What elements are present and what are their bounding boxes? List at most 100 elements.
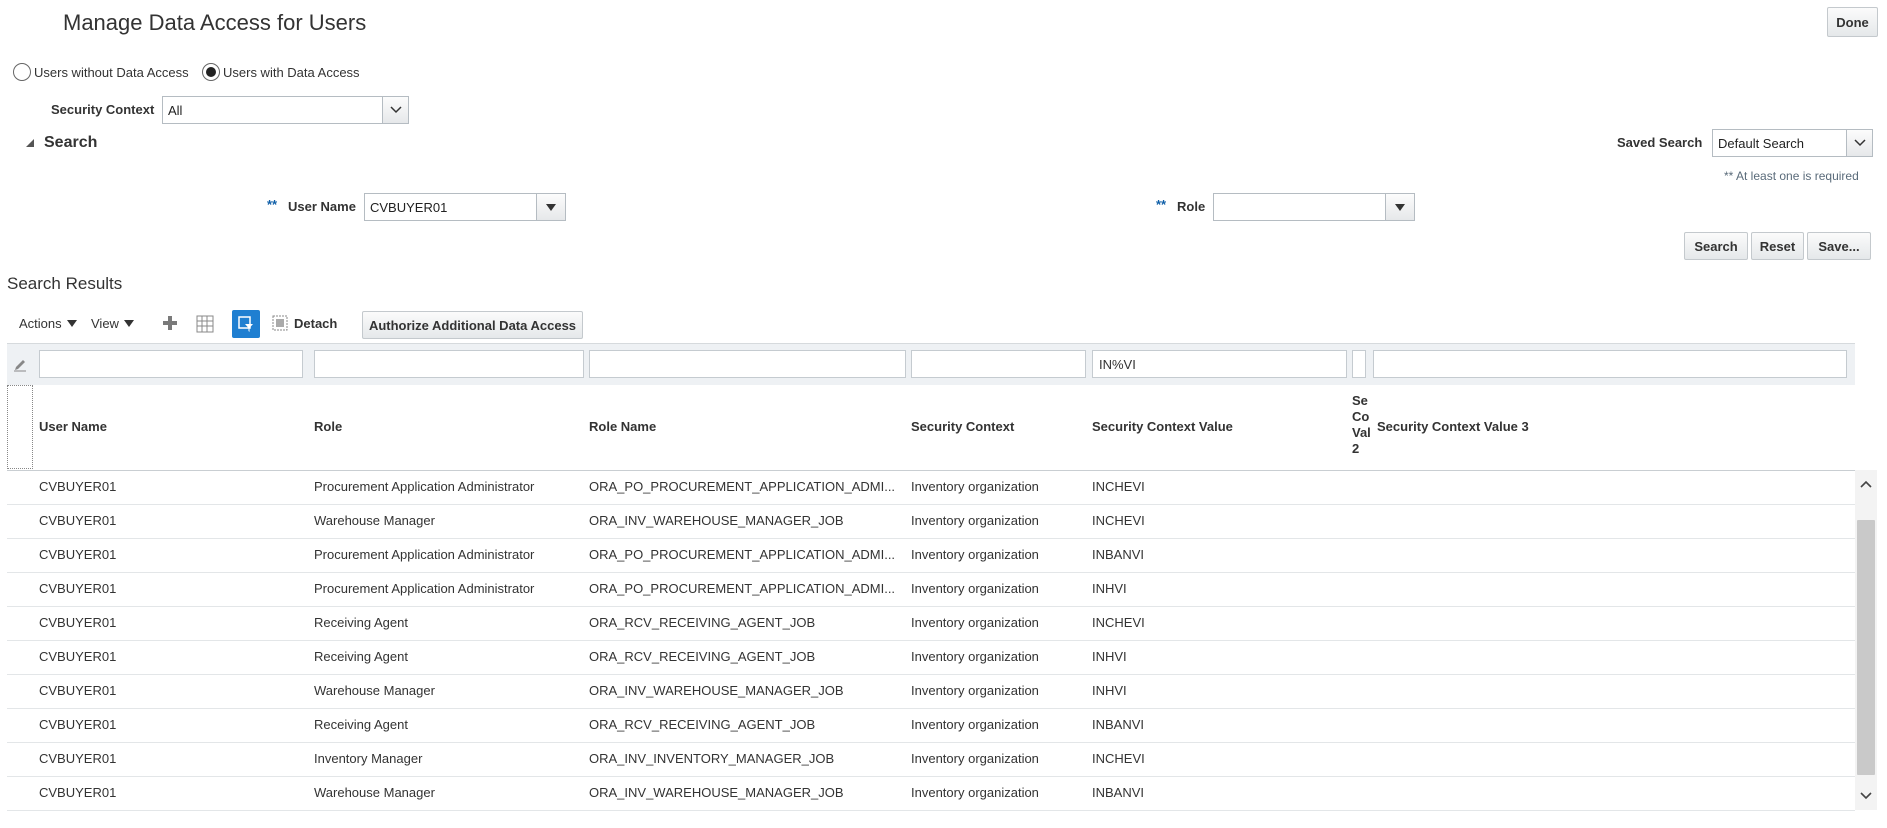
column-header-role-name[interactable]: Role Name — [589, 419, 656, 434]
table-row[interactable]: CVBUYER01 Procurement Application Adminis… — [7, 470, 1855, 505]
table-row[interactable]: CVBUYER01 Warehouse Manager ORA_INV_WAREHO… — [7, 674, 1855, 709]
radio-selected-icon[interactable] — [202, 63, 220, 81]
user-name-input[interactable]: CVBUYER01 — [364, 193, 537, 221]
cell-role-name: ORA_RCV_RECEIVING_AGENT_JOB — [589, 649, 816, 664]
column-header-security-context-value-2[interactable]: Se Co Val 2 — [1352, 393, 1371, 457]
cell-value: INHVI — [1092, 683, 1127, 698]
dropdown-arrow-icon[interactable] — [536, 193, 566, 221]
column-header-user-name[interactable]: User Name — [39, 419, 107, 434]
view-menu-label: View — [91, 316, 119, 331]
chevron-down-icon[interactable] — [382, 96, 409, 124]
saved-search-label: Saved Search — [1617, 135, 1703, 150]
radio-users-without-access[interactable]: Users without Data Access — [13, 63, 189, 81]
page-title: Manage Data Access for Users — [63, 10, 367, 35]
cell-role-name: ORA_INV_WAREHOUSE_MANAGER_JOB — [589, 513, 844, 528]
cell-context: Inventory organization — [911, 785, 1039, 800]
cell-role-name: ORA_INV_WAREHOUSE_MANAGER_JOB — [589, 785, 844, 800]
cell-role: Receiving Agent — [314, 717, 408, 732]
filter-icon[interactable] — [232, 310, 260, 338]
column-header-security-context-value-3[interactable]: Security Context Value 3 — [1377, 419, 1529, 434]
required-note: ** At least one is required — [1724, 169, 1859, 183]
row-header-corner[interactable] — [7, 385, 33, 469]
filter-user-name-input[interactable] — [39, 350, 303, 378]
cell-role-name: ORA_RCV_RECEIVING_AGENT_JOB — [589, 717, 816, 732]
filter-security-context-value-input[interactable]: IN%VI — [1092, 350, 1347, 378]
column-header-role[interactable]: Role — [314, 419, 342, 434]
scroll-down-icon[interactable] — [1855, 785, 1877, 807]
cell-role-name: ORA_RCV_RECEIVING_AGENT_JOB — [589, 615, 816, 630]
cell-role: Inventory Manager — [314, 751, 423, 766]
query-by-example-row: IN%VI — [7, 343, 1855, 386]
actions-menu-label: Actions — [19, 316, 62, 331]
table-row[interactable]: CVBUYER01 Receiving Agent ORA_RCV_RECEIVIN… — [7, 606, 1855, 641]
actions-menu[interactable]: Actions — [19, 316, 77, 331]
reset-button[interactable]: Reset — [1751, 232, 1804, 260]
scroll-up-icon[interactable] — [1855, 473, 1877, 495]
cell-role: Procurement Application Administrator — [314, 581, 535, 596]
view-menu[interactable]: View — [91, 316, 134, 331]
dropdown-arrow-icon[interactable] — [1385, 193, 1415, 221]
cell-user: CVBUYER01 — [39, 547, 117, 562]
table-row[interactable]: CVBUYER01 Warehouse Manager ORA_INV_WAREHO… — [7, 776, 1855, 811]
cell-value: INCHEVI — [1092, 479, 1145, 494]
cell-user: CVBUYER01 — [39, 615, 117, 630]
search-results-title: Search Results — [7, 274, 123, 293]
filter-security-context-input[interactable] — [911, 350, 1086, 378]
radio-without-label: Users without Data Access — [34, 64, 189, 80]
cell-value: INCHEVI — [1092, 513, 1145, 528]
column-header-line: Co — [1352, 409, 1370, 424]
scrollbar-thumb[interactable] — [1857, 520, 1875, 775]
cell-value: INCHEVI — [1092, 615, 1145, 630]
table-row[interactable]: CVBUYER01 Procurement Application Adminis… — [7, 572, 1855, 607]
saved-search-select[interactable]: Default Search — [1712, 129, 1847, 157]
column-header-line: Val — [1352, 425, 1371, 440]
radio-unselected-icon[interactable] — [13, 63, 31, 81]
filter-role-input[interactable] — [314, 350, 584, 378]
cell-role-name: ORA_PO_PROCUREMENT_APPLICATION_ADMI... — [589, 479, 896, 494]
security-context-label: Security Context — [51, 102, 155, 117]
cell-role-name: ORA_INV_WAREHOUSE_MANAGER_JOB — [589, 683, 844, 698]
cell-role: Procurement Application Administrator — [314, 479, 535, 494]
column-header-security-context[interactable]: Security Context — [911, 419, 1014, 434]
table-row[interactable]: CVBUYER01 Warehouse Manager ORA_INV_WAREHO… — [7, 504, 1855, 539]
cell-context: Inventory organization — [911, 513, 1039, 528]
vertical-scrollbar[interactable] — [1855, 470, 1877, 810]
save-button[interactable]: Save... — [1807, 232, 1871, 260]
cell-value: INCHEVI — [1092, 751, 1145, 766]
table-row[interactable]: CVBUYER01 Receiving Agent ORA_RCV_RECEIVIN… — [7, 708, 1855, 743]
table-row[interactable]: CVBUYER01 Inventory Manager ORA_INV_INVENT… — [7, 742, 1855, 777]
chevron-down-icon[interactable] — [1846, 129, 1873, 157]
cell-user: CVBUYER01 — [39, 683, 117, 698]
required-marker: ** — [1156, 197, 1167, 212]
search-button[interactable]: Search — [1684, 232, 1748, 260]
required-marker: ** — [267, 197, 278, 212]
plus-icon[interactable] — [162, 315, 178, 331]
done-button[interactable]: Done — [1827, 7, 1878, 37]
security-context-select[interactable]: All — [162, 96, 383, 124]
detach-button[interactable]: Detach — [272, 315, 337, 331]
cell-role: Procurement Application Administrator — [314, 547, 535, 562]
table-row[interactable]: CVBUYER01 Procurement Application Adminis… — [7, 538, 1855, 573]
table-header: User Name Role Role Name Security Contex… — [7, 385, 1855, 471]
cell-value: INBANVI — [1092, 547, 1145, 562]
cell-user: CVBUYER01 — [39, 513, 117, 528]
filter-role-name-input[interactable] — [589, 350, 906, 378]
authorize-additional-data-access-button[interactable]: Authorize Additional Data Access — [362, 311, 583, 339]
cell-user: CVBUYER01 — [39, 581, 117, 596]
cell-value: INHVI — [1092, 581, 1127, 596]
results-table-body: CVBUYER01 Procurement Application Adminis… — [7, 470, 1855, 811]
column-header-line: Se — [1352, 393, 1368, 408]
radio-users-with-access[interactable]: Users with Data Access — [202, 63, 360, 81]
search-section-toggle[interactable]: Search — [24, 134, 97, 152]
cell-role: Warehouse Manager — [314, 683, 435, 698]
cell-value: INHVI — [1092, 649, 1127, 664]
filter-security-context-value-3-input[interactable] — [1373, 350, 1847, 378]
cell-role-name: ORA_INV_INVENTORY_MANAGER_JOB — [589, 751, 835, 766]
caret-down-icon — [123, 320, 134, 327]
table-row[interactable]: CVBUYER01 Receiving Agent ORA_RCV_RECEIVIN… — [7, 640, 1855, 675]
column-header-security-context-value[interactable]: Security Context Value — [1092, 419, 1233, 434]
cell-context: Inventory organization — [911, 547, 1039, 562]
filter-security-context-value-2-input[interactable] — [1352, 350, 1366, 378]
freeze-columns-icon[interactable] — [196, 315, 214, 333]
role-input[interactable] — [1213, 193, 1386, 221]
